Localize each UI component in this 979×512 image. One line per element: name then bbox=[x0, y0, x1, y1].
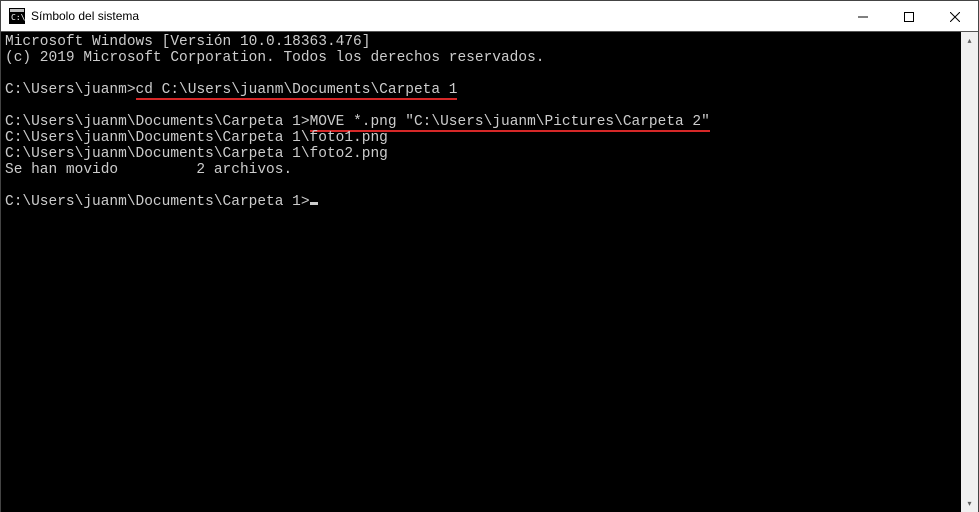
console-line: (c) 2019 Microsoft Corporation. Todos lo… bbox=[5, 50, 974, 66]
maximize-button[interactable] bbox=[886, 1, 932, 32]
svg-text:C:\: C:\ bbox=[11, 13, 25, 22]
console-line: Se han movido 2 archivos. bbox=[5, 162, 974, 178]
vertical-scrollbar[interactable]: ▴ ▾ bbox=[961, 32, 978, 512]
close-button[interactable] bbox=[932, 1, 978, 32]
console-line bbox=[5, 178, 974, 194]
console-line bbox=[5, 66, 974, 82]
console-line: Microsoft Windows [Versión 10.0.18363.47… bbox=[5, 34, 974, 50]
command-text: Se han movido 2 archivos. bbox=[5, 162, 292, 178]
text-cursor bbox=[310, 202, 318, 205]
chevron-up-icon: ▴ bbox=[967, 36, 971, 45]
cmd-icon: C:\ bbox=[9, 8, 25, 24]
console-area[interactable]: Microsoft Windows [Versión 10.0.18363.47… bbox=[1, 32, 978, 512]
window-controls bbox=[840, 1, 978, 31]
command-text: C:\Users\juanm\Documents\Carpeta 1\foto1… bbox=[5, 130, 388, 146]
prompt-text: C:\Users\juanm\Documents\Carpeta 1> bbox=[5, 194, 310, 210]
console-line: C:\Users\juanm>cd C:\Users\juanm\Documen… bbox=[5, 82, 974, 98]
prompt-text: C:\Users\juanm> bbox=[5, 82, 136, 98]
console-line bbox=[5, 98, 974, 114]
window-title: Símbolo del sistema bbox=[31, 1, 840, 32]
scroll-down-button[interactable]: ▾ bbox=[961, 495, 978, 512]
console-line: C:\Users\juanm\Documents\Carpeta 1\foto1… bbox=[5, 130, 974, 146]
prompt-text: C:\Users\juanm\Documents\Carpeta 1> bbox=[5, 114, 310, 130]
scroll-track[interactable] bbox=[961, 49, 978, 495]
console-line: C:\Users\juanm\Documents\Carpeta 1>MOVE … bbox=[5, 114, 974, 130]
scroll-up-button[interactable]: ▴ bbox=[961, 32, 978, 49]
minimize-button[interactable] bbox=[840, 1, 886, 32]
chevron-down-icon: ▾ bbox=[967, 499, 971, 508]
console-content[interactable]: Microsoft Windows [Versión 10.0.18363.47… bbox=[1, 32, 978, 212]
command-text: C:\Users\juanm\Documents\Carpeta 1\foto2… bbox=[5, 146, 388, 162]
command-text: Microsoft Windows [Versión 10.0.18363.47… bbox=[5, 34, 370, 50]
console-line: C:\Users\juanm\Documents\Carpeta 1> bbox=[5, 194, 974, 210]
titlebar[interactable]: C:\ Símbolo del sistema bbox=[1, 1, 978, 32]
console-line: C:\Users\juanm\Documents\Carpeta 1\foto2… bbox=[5, 146, 974, 162]
command-text: (c) 2019 Microsoft Corporation. Todos lo… bbox=[5, 50, 545, 66]
